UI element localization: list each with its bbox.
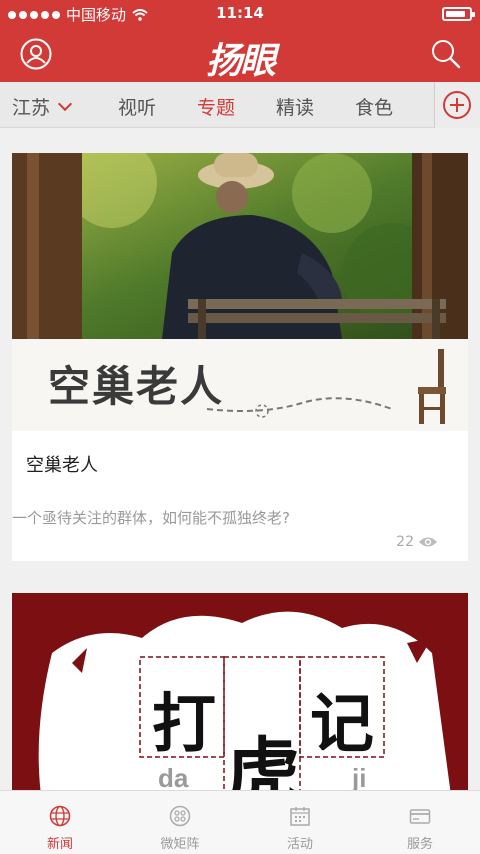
category-tabs: 江苏 视听 专题 精读 食色 xyxy=(0,82,480,128)
bottom-navigation: 新闻 微矩阵 活动 服务 xyxy=(0,790,480,854)
banner-title: 空巢老人 xyxy=(48,362,225,411)
feed-card-title: 空巢老人 xyxy=(26,455,98,476)
globe-icon xyxy=(49,805,71,827)
eye-icon xyxy=(419,537,437,547)
dashed-path-decoration xyxy=(206,397,393,418)
nav-label: 新闻 xyxy=(46,837,73,852)
search-icon[interactable] xyxy=(430,38,462,74)
feed-card[interactable]: 打 虎 记 da ji xyxy=(12,593,468,803)
clock: 11:14 xyxy=(216,4,264,22)
tab-zhuanti[interactable]: 专题 xyxy=(197,93,235,120)
tab-jiangsu[interactable]: 江苏 xyxy=(12,93,73,120)
app-screen: 中国移动 11:14 扬眼 江苏 视听 专题 精读 食色 空巢老人 空巢老人 一… xyxy=(0,0,480,854)
banner-char: 记 xyxy=(310,687,374,762)
nav-item-events[interactable]: 活动 xyxy=(240,791,360,854)
tab-shise[interactable]: 食色 xyxy=(355,93,393,120)
nav-label: 服务 xyxy=(406,837,433,852)
matrix-icon xyxy=(169,805,191,827)
nav-label: 活动 xyxy=(286,837,313,852)
battery-icon xyxy=(442,7,475,21)
nav-item-matrix[interactable]: 微矩阵 xyxy=(120,791,240,854)
app-header: 扬眼 xyxy=(0,26,480,82)
tab-shiting[interactable]: 视听 xyxy=(118,93,156,120)
plus-circle-icon xyxy=(443,91,471,119)
app-logo: 扬眼 xyxy=(205,40,276,82)
status-bar: 中国移动 11:14 xyxy=(0,0,480,26)
card-icon xyxy=(409,809,431,824)
feed-card-description: 一个亟待关注的群体，如何能不孤独终老? xyxy=(12,509,290,527)
chevron-down-icon xyxy=(57,96,73,112)
feed-card-banner: 空巢老人 xyxy=(12,339,468,431)
nav-item-services[interactable]: 服务 xyxy=(360,791,480,854)
tab-jingdu[interactable]: 精读 xyxy=(276,93,314,120)
calendar-icon xyxy=(290,807,310,826)
view-count: 22 xyxy=(396,534,438,550)
tab-label: 江苏 xyxy=(12,97,51,119)
add-channel-button[interactable] xyxy=(434,82,480,128)
nav-item-news[interactable]: 新闻 xyxy=(0,791,120,854)
feed-card[interactable]: 空巢老人 空巢老人 一个亟待关注的群体，如何能不孤独终老? 22 xyxy=(12,153,468,561)
nav-label: 微矩阵 xyxy=(160,837,200,852)
feed-card-image xyxy=(12,153,468,339)
view-count-value: 22 xyxy=(396,534,414,550)
banner-char: 打 xyxy=(152,687,216,762)
chair-icon xyxy=(418,349,446,424)
